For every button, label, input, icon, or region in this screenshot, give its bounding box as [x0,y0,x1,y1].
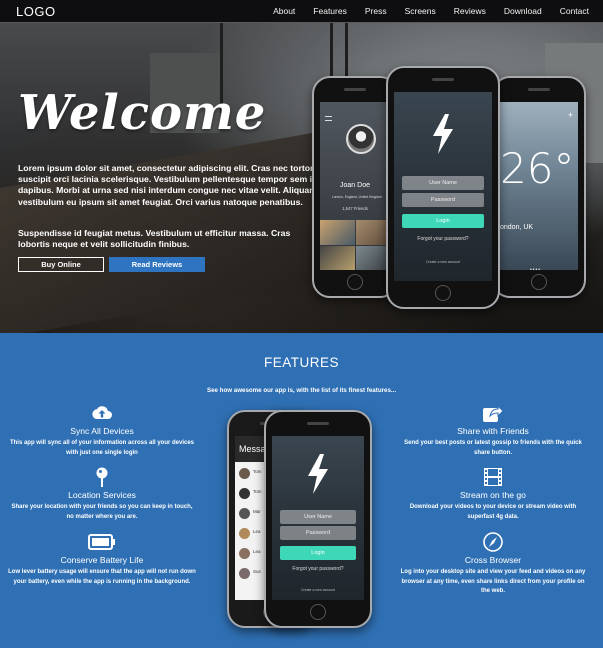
password-field[interactable]: Password [280,526,356,540]
phone-screen: Joan Doe London, England, United Kingdom… [320,102,390,270]
feature-cross-browser: Cross Browser Log into your desktop site… [398,532,588,597]
phone-speaker [432,78,454,81]
avatar [239,488,250,499]
hero-paragraph: Lorem ipsum dolor sit amet, consectetur … [18,163,318,207]
avatar [239,508,250,519]
buy-online-button[interactable]: Buy Online [18,257,104,272]
create-account-link[interactable]: Create a new account [272,588,364,592]
message-sender: Lea [253,549,261,554]
menu-icon [325,116,332,121]
username-field[interactable]: User Name [280,510,356,524]
nav-link-features[interactable]: Features [313,6,347,16]
nav-links: About Features Press Screens Reviews Dow… [255,6,589,16]
feature-description: Download your videos to your device or s… [409,504,577,520]
feature-name: Conserve Battery Life [60,555,144,565]
features-section: FEATURES See how awesome our app is, wit… [0,333,603,648]
page: LOGO About Features Press Screens Review… [0,0,603,648]
photo-thumbnail[interactable] [320,245,355,270]
feature-description: Log into your desktop site and view your… [400,569,586,595]
film-icon [484,468,502,486]
message-sender: Tom [253,489,262,494]
feature-battery: Conserve Battery Life Low lever battery … [7,532,197,587]
avatar [346,124,376,154]
nav-link-download[interactable]: Download [504,6,542,16]
nav-link-contact[interactable]: Contact [560,6,589,16]
feature-name: Location Services [68,490,136,500]
battery-icon [88,534,115,550]
feature-name: Cross Browser [464,555,522,565]
message-sender: Tom [253,469,262,474]
profile-name: Joan Doe [340,182,370,189]
nav-link-press[interactable]: Press [365,6,387,16]
share-icon [483,404,504,422]
hero-section: Welcome Lorem ipsum dolor sit amet, cons… [0,23,603,333]
phone-login-mockup: User Name Password Login Forgot your pas… [264,410,372,628]
feature-sync: Sync All Devices This app will sync all … [7,403,197,458]
message-sender: Lea [253,529,261,534]
top-nav: LOGO About Features Press Screens Review… [0,0,603,23]
feature-description: Low lever battery usage will ensure that… [8,569,196,585]
compass-icon [483,532,503,552]
page-dots: •••• [530,267,542,270]
feature-name: Stream on the go [460,490,526,500]
profile-friends: 1,547 Friends [342,206,368,211]
message-sender: Mar [253,509,261,514]
feature-stream: Stream on the go Download your videos to… [398,467,588,522]
photo-grid [320,220,390,270]
feature-description: Send your best posts or latest gossip to… [404,440,582,456]
phone-home-button [310,604,326,620]
phone-speaker [528,88,550,91]
photo-thumbnail[interactable] [355,220,390,245]
feature-share: Share with Friends Send your best posts … [398,403,588,458]
avatar [239,568,250,579]
phone-screen: User Name Password Login Forgot your pas… [394,92,492,281]
read-reviews-button[interactable]: Read Reviews [109,257,205,272]
phone-screen: + 26° ondon, UK •••• [500,102,578,270]
phone-home-button [435,285,451,301]
phone-home-button [531,274,547,290]
feature-description: This app will sync all of your informati… [9,440,195,456]
phone-home-button [347,274,363,290]
lightning-bolt-icon [433,114,453,154]
nav-link-reviews[interactable]: Reviews [454,6,486,16]
phone-speaker [344,88,366,91]
forgot-password-link[interactable]: Forgot your password? [394,236,492,242]
login-button[interactable]: Login [280,546,356,560]
phone-weather-mockup: + 26° ondon, UK •••• [492,76,586,298]
feature-name: Share with Friends [457,426,529,436]
weather-temperature: 26° [500,144,575,193]
phone-screen: User Name Password Login Forgot your pas… [272,436,364,600]
photo-thumbnail[interactable] [355,245,390,270]
lightning-bolt-icon [308,454,328,494]
avatar [239,468,250,479]
message-sender: Sus [253,569,261,574]
hero-paragraph-2: Suspendisse id feugiat metus. Vestibulum… [18,228,291,250]
nav-link-screens[interactable]: Screens [405,6,436,16]
forgot-password-link[interactable]: Forgot your password? [272,566,364,572]
feature-name: Sync All Devices [70,426,134,436]
hero-title: Welcome [18,85,267,141]
password-field[interactable]: Password [402,193,484,207]
feature-location: Location Services Share your location wi… [7,467,197,522]
avatar [239,528,250,539]
login-button[interactable]: Login [402,214,484,228]
phone-login-mockup: User Name Password Login Forgot your pas… [386,66,500,309]
features-title: FEATURES [263,355,339,370]
features-subtitle: See how awesome our app is, with the lis… [206,387,397,394]
avatar [239,548,250,559]
username-field[interactable]: User Name [402,176,484,190]
logo[interactable]: LOGO [16,4,56,19]
cloud-upload-icon [92,406,112,419]
create-account-link[interactable]: Create a new account [394,260,492,264]
feature-description: Share your location with your friends so… [11,504,193,520]
location-pin-icon [96,467,108,487]
plus-icon: + [567,110,573,120]
photo-thumbnail[interactable] [320,220,355,245]
phone-speaker [307,422,329,425]
nav-link-about[interactable]: About [273,6,295,16]
weather-location: ondon, UK [500,224,534,231]
messages-title: Messa [239,444,266,454]
profile-location: London, England, United Kingdom [331,195,383,199]
